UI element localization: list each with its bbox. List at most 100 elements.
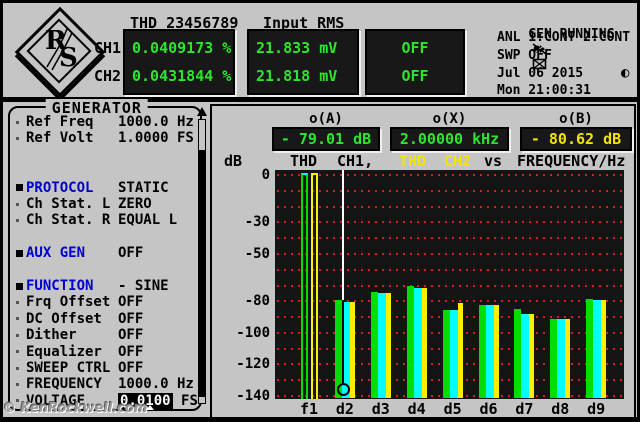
gridline--10 [277,189,622,192]
cursor-line-over-bar [341,299,344,384]
y-tick-label--80: -80 [244,293,270,310]
gridline-0 [277,174,622,176]
thd-ch2-value: 0.0431844 % [132,67,232,85]
bar-ch2-d5 [457,302,463,398]
ch2-label: CH2 [94,67,122,85]
bar-overlap-d7 [521,313,530,398]
rms-ch2-value: 21.818 mV [256,67,338,85]
menu-item-label: PROTOCOL [26,179,94,196]
trace-a-channel: CH1, [337,152,374,170]
bar-ch1-d3 [370,292,378,398]
menu-item-label: Ch Stat. L [26,196,111,212]
dot-bullet-icon [16,333,26,337]
menu-item-value: OFF [118,310,144,327]
menu-item-protocol[interactable]: PROTOCOL STATIC [16,180,194,196]
menu-item-ch-stat-l[interactable]: Ch Stat. L ZERO [16,196,194,212]
trace-a-name: THD [290,152,318,170]
menu-item-function[interactable]: FUNCTION - SINE [16,278,194,294]
bar-overlap-d8 [557,318,566,398]
y-tick-label--120: -120 [236,356,270,373]
x-tick-label-d7: d7 [515,400,534,418]
bar-ch1-d8 [550,318,558,398]
rms-ch1-value: 21.833 mV [256,39,338,57]
thd-ch1-value: 0.0409173 % [132,39,232,57]
dot-bullet-icon [16,120,26,124]
ch1-label: CH1 [94,39,122,57]
bar-ch2-d9 [601,299,607,398]
menu-item-value: - SINE [118,278,169,294]
rohde-schwarz-logo: R S [14,6,106,98]
x-tick-label-d8: d8 [551,400,570,418]
vs-text: vs [484,152,503,170]
gridline--60 [277,268,622,271]
bar-ch2-d4 [421,287,427,398]
menu-item-dc-offset[interactable]: DC Offset OFF [16,311,194,327]
menu-item-aux-gen[interactable]: AUX GEN OFF [16,245,194,261]
x-tick-label-d4: d4 [407,400,426,418]
menu-item-label: Frq Offset [26,294,111,311]
cursor-x-readout: 2.00000 kHz [390,127,509,151]
bar-ch1-f1 [301,173,308,399]
gridline--70 [277,284,622,287]
input-rms-display: 21.833 mV 21.818 mV [247,29,359,95]
menu-item-label: Equalizer [26,343,102,360]
y-tick-label-0: 0 [261,167,270,183]
x-tick-label-d6: d6 [479,400,498,418]
logo-letter-s: S [59,43,78,73]
bar-overlap-d3 [377,293,386,398]
gridline--30 [277,221,622,224]
date-line: Jul 06 2015 [497,66,584,81]
y-tick-label--50: -50 [244,245,270,262]
cursor-b-readout: - 80.62 dB [520,127,632,151]
menu-item-value: ZERO [118,196,152,212]
contrast-icon: ◐ [621,65,630,81]
bar-overlap-d4 [413,287,422,398]
bar-ch2-d3 [385,293,391,398]
main-area: GENERATOR Ref Freq 1000.0 Hz Ref Volt 1.000… [3,99,637,419]
bar-overlap-d5 [449,309,458,398]
top-status-bar: R S THD 23456789 CH1 CH2 0.0409173 % 0.0… [3,3,637,98]
bar-ch2-d8 [565,318,571,398]
menu-item-sweep-ctrl[interactable]: SWEEP CTRL OFF [16,360,194,376]
dot-bullet-icon [16,317,26,321]
bar-ch2-d7 [529,313,535,398]
menu-item-value: 1000.0 Hz [118,114,194,130]
cursor-marker-circle[interactable] [336,383,350,396]
menu-item-label: Ref Volt [26,130,94,147]
bar-ch1-d5 [442,309,450,398]
menu-item-dither[interactable]: Dither OFF [16,327,194,343]
generator-panel: GENERATOR Ref Freq 1000.0 Hz Ref Volt 1.000… [8,99,202,411]
y-tick-label--140: -140 [236,388,270,404]
aux-ch2-value: OFF [401,67,429,85]
bar-ch1-d6 [478,304,486,398]
bar-ch2-d6 [493,304,499,398]
menu-item-ref-volt[interactable]: Ref Volt 1.0000 FS [16,130,194,146]
time-line: Mon 21:00:31 [497,83,591,98]
menu-item-label: DC Offset [26,310,102,327]
menu-item-ref-freq[interactable]: Ref Freq 1000.0 Hz [16,114,194,130]
menu-item-frequency[interactable]: FREQUENCY 1000.0 Hz [16,376,194,392]
scrollbar-up-arrow-icon[interactable] [197,107,207,116]
chart-window: o(A) o(X) o(B) - 79.01 dB 2.00000 kHz - … [210,104,636,419]
menu-item-frq-offset[interactable]: Frq Offset OFF [16,294,194,310]
menu-item-equalizer[interactable]: Equalizer OFF [16,344,194,360]
y-tick-label--30: -30 [244,214,270,231]
menu-item-label: Ch Stat. R [26,212,111,229]
analyzer-status-line: ANL 1:CONT 2:CONT [497,30,631,45]
cursor-x-label: o(X) [432,111,467,127]
x-axis-title: FREQUENCY/Hz [517,152,626,170]
bar-ch2-d2 [349,302,355,398]
scrollbar-thumb[interactable] [198,150,206,397]
dot-bullet-icon [16,136,26,140]
trace-b-name: THD [399,152,427,170]
x-tick-label-f1: f1 [299,400,319,418]
menu-item-ch-stat-r[interactable]: Ch Stat. R EQUAL L [16,212,194,228]
gridline--50 [277,252,622,255]
cursor-line[interactable] [341,170,344,300]
generator-scrollbar[interactable] [197,107,207,404]
menu-item-value: OFF [118,245,144,262]
square-bullet-icon [16,249,26,257]
menu-item-value: OFF [118,360,144,376]
aux-ch1-value: OFF [401,39,429,57]
menu-item-label: FREQUENCY [26,376,102,393]
